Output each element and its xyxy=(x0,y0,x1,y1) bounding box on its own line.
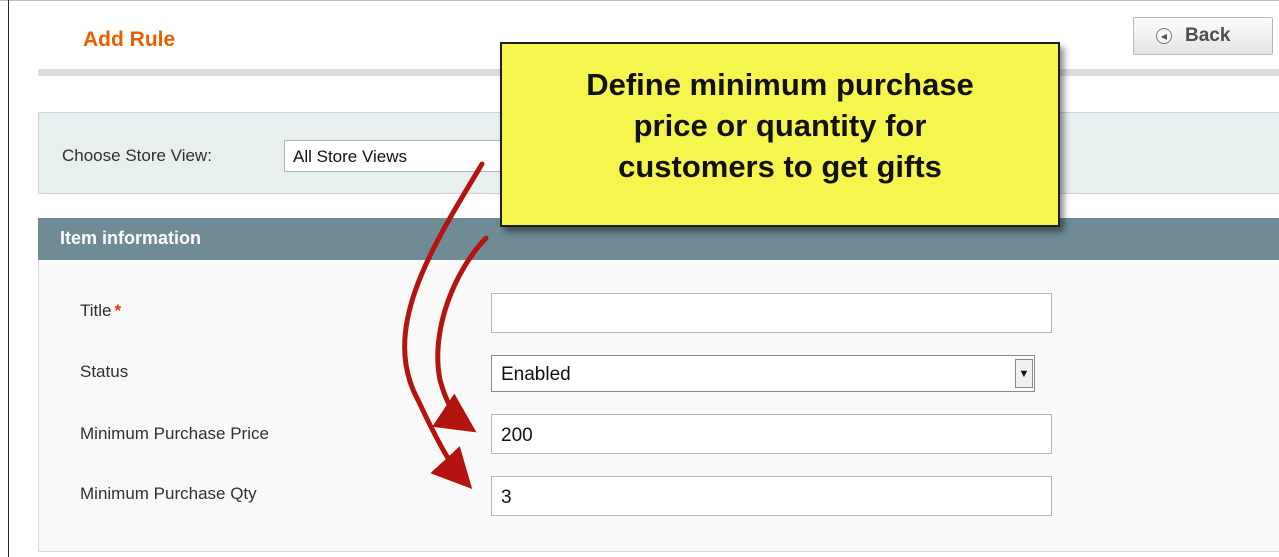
annotation-arrows xyxy=(402,161,489,490)
arrow-to-min-price xyxy=(432,235,489,433)
